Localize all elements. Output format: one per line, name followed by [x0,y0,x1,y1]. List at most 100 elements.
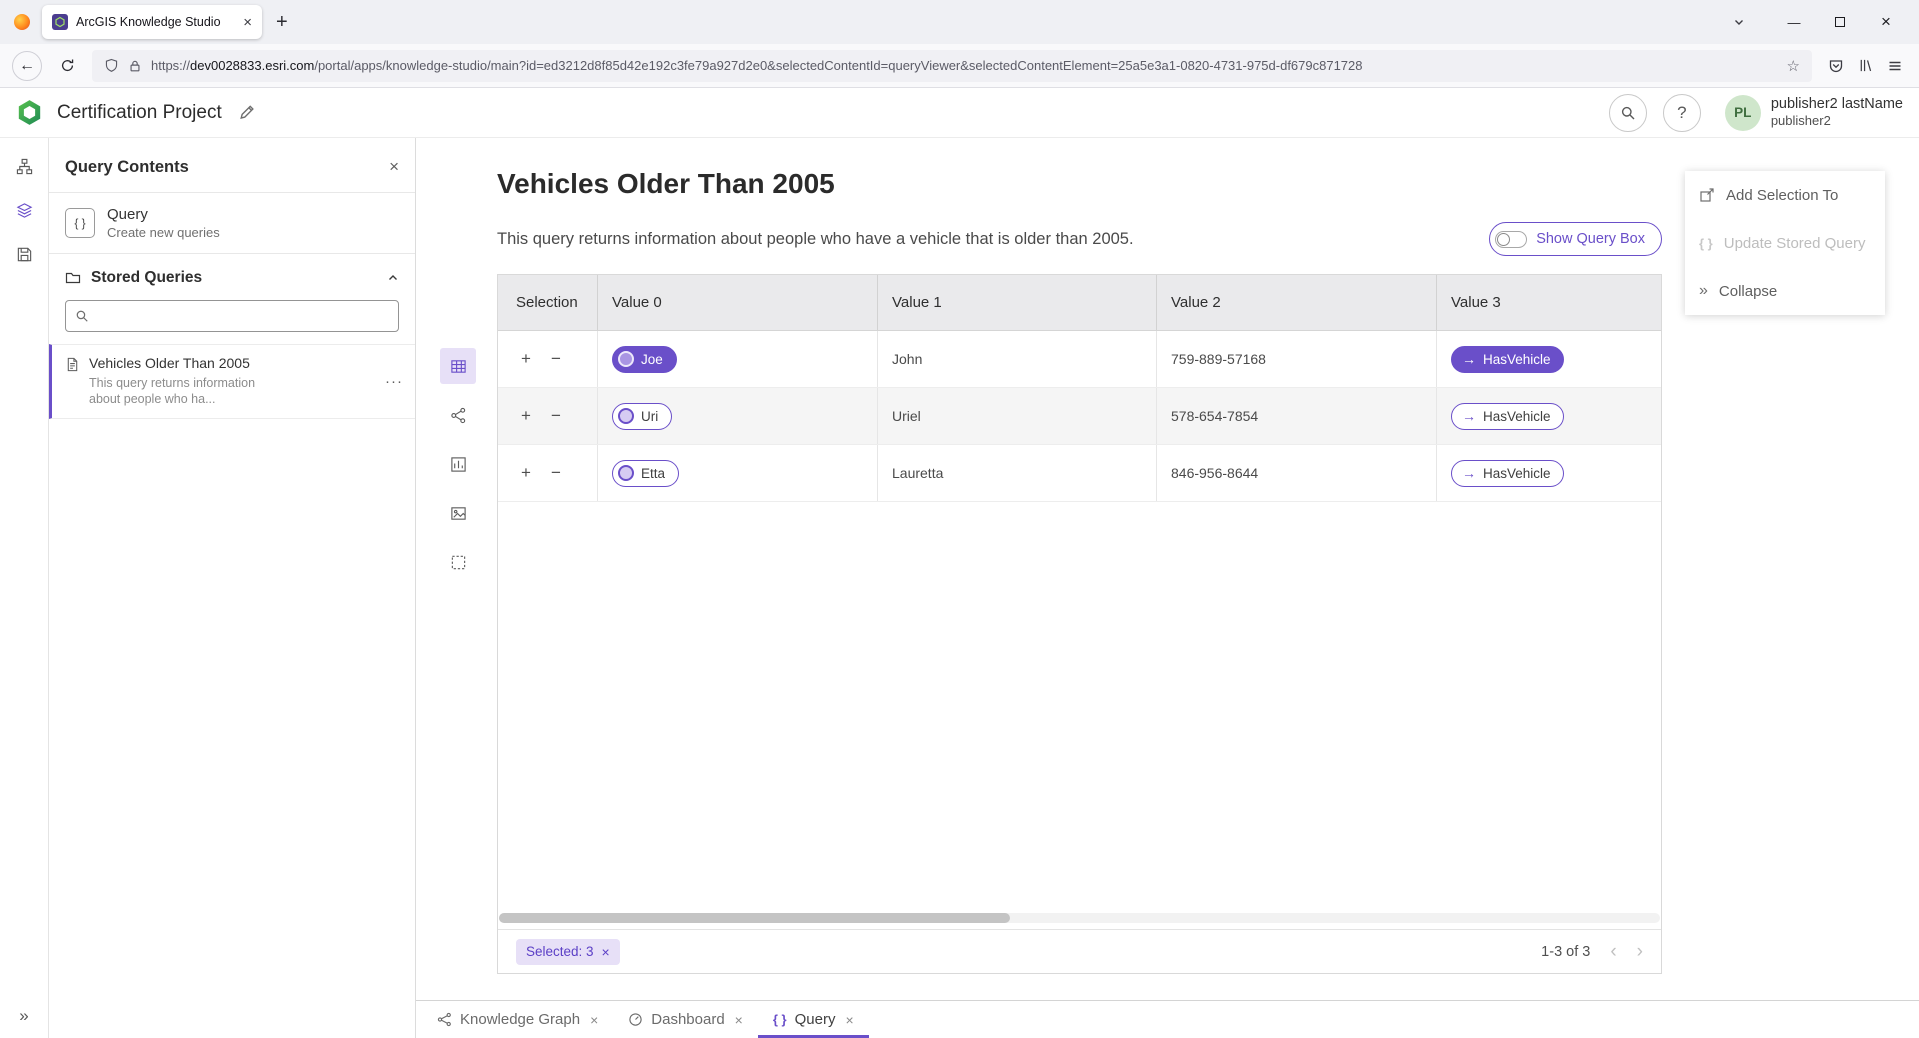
add-to-selection-button[interactable]: + [516,463,536,483]
firefox-icon[interactable] [14,14,30,30]
column-header[interactable]: Value 0 [598,275,878,330]
dashboard-icon [628,1012,643,1027]
query-title: Vehicles Older Than 2005 [497,168,835,200]
data-model-icon[interactable] [4,146,44,186]
tab-label: Dashboard [651,1011,724,1028]
remove-from-selection-button[interactable]: − [546,349,566,369]
document-icon [65,357,80,408]
toggle-label: Show Query Box [1536,231,1645,247]
tab-query[interactable]: { } Query × [758,1001,869,1038]
browser-tab[interactable]: ArcGIS Knowledge Studio × [42,5,262,39]
back-button[interactable]: ← [12,51,42,81]
avatar[interactable]: PL [1725,95,1761,131]
user-name: publisher2 lastName [1771,95,1903,113]
relationship-pill[interactable]: →HasVehicle [1451,346,1564,373]
tab-label: Knowledge Graph [460,1011,580,1028]
relationship-arrow-icon: → [1462,352,1476,366]
knowledge-graph-icon [437,1012,452,1027]
site-favicon [52,14,68,30]
map-view-icon[interactable] [440,495,476,531]
table-view-icon[interactable] [440,348,476,384]
close-panel-icon[interactable]: × [389,157,399,177]
entity-pill[interactable]: Joe [612,346,677,373]
expand-panel-icon[interactable]: » [19,1006,28,1026]
reload-button[interactable] [52,51,82,81]
clear-selection-icon[interactable]: × [602,944,610,960]
entity-pill[interactable]: Etta [612,460,679,487]
column-header[interactable]: Selection [498,275,598,330]
menu-item-label: Add Selection To [1726,187,1838,204]
minimize-button[interactable]: — [1771,5,1817,39]
close-window-button[interactable]: × [1863,5,1909,39]
save-icon[interactable] [4,234,44,274]
item-options-icon[interactable]: ··· [385,373,403,390]
navigation-bar: ← https://dev0028833.esri.com/portal/app… [0,44,1919,88]
close-tab-icon[interactable]: × [590,1012,598,1028]
column-header[interactable]: Value 3 [1437,275,1661,330]
help-button[interactable]: ? [1663,94,1701,132]
table-row[interactable]: + − Etta Lauretta 846-956-8644 →HasVehic… [498,445,1661,502]
contents-layers-icon[interactable] [4,190,44,230]
new-query-item[interactable]: { } Query Create new queries [49,193,415,253]
menu-item-update-stored-query[interactable]: { } Update Stored Query [1685,219,1885,267]
toggle-switch[interactable] [1495,231,1527,248]
add-to-selection-button[interactable]: + [516,349,536,369]
relationship-arrow-icon: → [1462,409,1476,423]
stored-queries-header[interactable]: Stored Queries [49,254,415,298]
edit-title-icon[interactable] [238,104,255,121]
remove-from-selection-button[interactable]: − [546,406,566,426]
horizontal-scrollbar[interactable] [499,913,1660,923]
cell-value[interactable]: 846-956-8644 [1157,445,1437,501]
bookmark-star-icon[interactable]: ☆ [1787,57,1800,75]
scrollbar-thumb[interactable] [499,913,1010,923]
tab-dashboard[interactable]: Dashboard × [613,1001,758,1038]
column-header[interactable]: Value 2 [1157,275,1437,330]
close-tab-icon[interactable]: × [735,1012,743,1028]
entity-pill[interactable]: Uri [612,403,672,430]
stored-query-item[interactable]: Vehicles Older Than 2005 This query retu… [49,344,415,419]
relationship-arrow-icon: → [1462,466,1476,480]
chevron-up-icon[interactable] [387,272,399,284]
menu-item-collapse[interactable]: » Collapse [1685,267,1885,315]
selected-count-chip[interactable]: Selected: 3 × [516,939,620,965]
list-tabs-icon[interactable] [1733,16,1745,28]
cell-value[interactable]: Uriel [878,388,1157,444]
cell-value[interactable]: 578-654-7854 [1157,388,1437,444]
previous-page-icon[interactable]: ‹ [1610,942,1616,961]
selection-tool-icon[interactable] [440,544,476,580]
lock-icon[interactable] [128,59,142,73]
column-header[interactable]: Value 1 [878,275,1157,330]
tab-knowledge-graph[interactable]: Knowledge Graph × [422,1001,613,1038]
relationship-pill[interactable]: →HasVehicle [1451,403,1564,430]
table-row[interactable]: + − Joe John 759-889-57168 →HasVehicle [498,331,1661,388]
relationship-pill[interactable]: →HasVehicle [1451,460,1564,487]
search-button[interactable] [1609,94,1647,132]
search-input[interactable] [97,309,389,324]
library-icon[interactable] [1858,58,1873,73]
add-to-selection-button[interactable]: + [516,406,536,426]
show-query-box-toggle[interactable]: Show Query Box [1489,222,1662,256]
table-row[interactable]: + − Uri Uriel 578-654-7854 →HasVehicle [498,388,1661,445]
chart-view-icon[interactable] [440,446,476,482]
tab-close-icon[interactable]: × [243,15,252,30]
menu-item-add-selection-to[interactable]: Add Selection To [1685,171,1885,219]
cell-value[interactable]: John [878,331,1157,387]
new-tab-button[interactable]: + [276,12,288,32]
remove-from-selection-button[interactable]: − [546,463,566,483]
pocket-save-icon[interactable] [1828,58,1844,74]
url-protocol: https:// [151,58,190,73]
tracking-shield-icon[interactable] [104,58,119,73]
next-page-icon[interactable]: › [1637,942,1643,961]
user-info[interactable]: publisher2 lastName publisher2 [1771,95,1903,129]
maximize-button[interactable] [1817,5,1863,39]
cell-value[interactable]: 759-889-57168 [1157,331,1437,387]
stored-queries-search[interactable] [65,300,399,332]
browser-chrome: ArcGIS Knowledge Studio × + — × ← https:… [0,0,1919,88]
tab-strip: ArcGIS Knowledge Studio × + — × [0,0,1919,44]
cell-value[interactable]: Lauretta [878,445,1157,501]
link-chart-view-icon[interactable] [440,397,476,433]
close-tab-icon[interactable]: × [845,1012,853,1028]
menu-hamburger-icon[interactable] [1887,58,1903,74]
stored-query-title: Vehicles Older Than 2005 [89,355,289,371]
address-bar[interactable]: https://dev0028833.esri.com/portal/apps/… [92,50,1812,82]
